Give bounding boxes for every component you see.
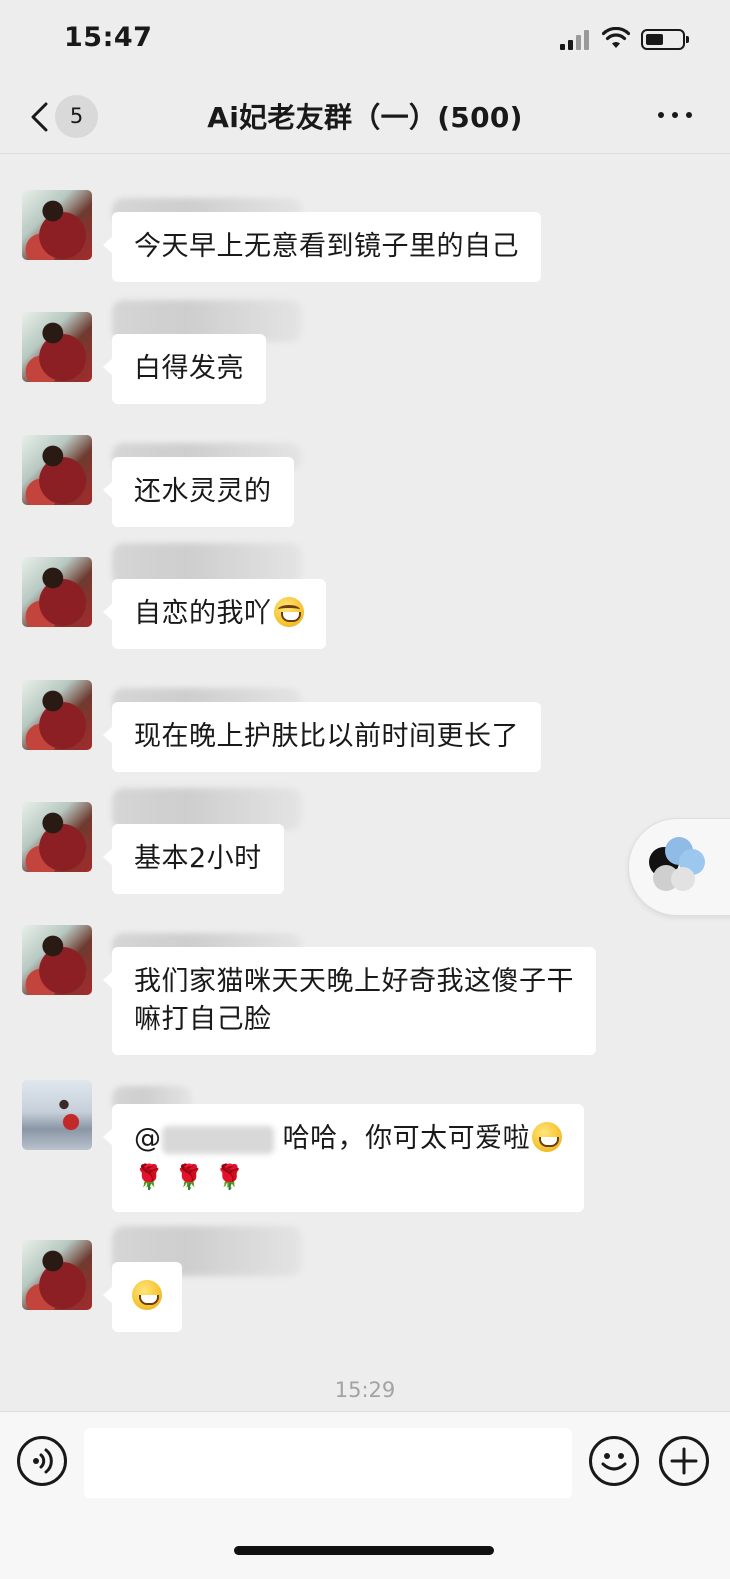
grinning-emoji-icon — [132, 1280, 162, 1310]
message-text: 白得发亮 — [134, 353, 244, 384]
more-options-icon[interactable] — [658, 112, 694, 122]
message-bubble[interactable] — [103, 1262, 182, 1332]
smiley-face-icon — [601, 1453, 627, 1471]
message-bubble[interactable]: @ 哈哈，你可太可爱啦 🌹 🌹 🌹 — [102, 1104, 585, 1212]
grinning-emoji-icon — [532, 1122, 563, 1152]
message-text: 今天早上无意看到镜子里的自己 — [134, 231, 519, 262]
wifi-icon — [602, 27, 630, 48]
message-text: 自恋的我吖 — [134, 598, 272, 629]
rose-row: 🌹 🌹 🌹 — [134, 1158, 562, 1196]
floating-dot-icon — [671, 867, 695, 891]
message-text: 现在晚上护肤比以前时间更长了 — [134, 721, 519, 752]
avatar[interactable] — [22, 925, 92, 995]
voice-input-icon[interactable] — [17, 1436, 67, 1486]
chat-title: Ai妃老友群（一）(500) — [207, 101, 523, 134]
avatar[interactable] — [22, 557, 92, 627]
home-indicator[interactable] — [234, 1546, 494, 1555]
plus-icon — [670, 1447, 698, 1475]
floating-bubble-widget[interactable] — [628, 818, 730, 916]
message-bubble[interactable]: 我们家猫咪天天晚上好奇我这傻子干 嘛打自己脸 — [103, 947, 596, 1055]
message-bubble[interactable]: 白得发亮 — [103, 334, 266, 404]
message-text: 还水灵灵的 — [134, 476, 272, 507]
status-time: 15:47 — [64, 22, 153, 53]
rose-emoji: 🌹 — [214, 1163, 246, 1191]
more-actions-plus-icon[interactable] — [659, 1436, 709, 1486]
avatar[interactable] — [22, 1080, 92, 1150]
timestamp: 15:29 — [334, 1378, 396, 1402]
message-text-line: 我们家猫咪天天晚上好奇我这傻子干 — [134, 966, 574, 997]
message-bubble[interactable]: 基本2小时 — [103, 824, 284, 894]
message-input[interactable] — [84, 1428, 572, 1498]
message-bubble[interactable]: 自恋的我吖 — [103, 579, 326, 649]
avatar[interactable] — [22, 312, 92, 382]
laughing-crying-emoji-icon — [273, 597, 304, 627]
message-text-line: 嘛打自己脸 — [134, 1004, 272, 1035]
voice-waves-icon — [33, 1448, 53, 1474]
message-text: 基本2小时 — [134, 843, 262, 874]
message-bubble[interactable]: 今天早上无意看到镜子里的自己 — [103, 212, 541, 282]
avatar[interactable] — [22, 435, 92, 505]
rose-emoji: 🌹 — [174, 1163, 205, 1191]
avatar[interactable] — [22, 802, 92, 872]
avatar[interactable] — [22, 1240, 92, 1310]
avatar[interactable] — [22, 680, 92, 750]
rose-emoji: 🌹 — [134, 1163, 165, 1191]
emoji-picker-icon[interactable] — [589, 1436, 639, 1486]
message-text: 哈哈，你可太可爱啦 — [282, 1123, 531, 1154]
mention-name-redacted — [161, 1125, 274, 1154]
mention-prefix: @ — [134, 1123, 162, 1154]
status-bar: 15:47 — [0, 0, 730, 82]
message-bubble[interactable]: 现在晚上护肤比以前时间更长了 — [103, 702, 541, 772]
avatar[interactable] — [22, 190, 92, 260]
chat-area[interactable]: 今天早上无意看到镜子里的自己 白得发亮 还水灵灵的 自恋的我吖 现在晚上护肤比以… — [0, 155, 730, 1410]
cellular-signal-icon — [560, 30, 592, 50]
nav-bar: 5 Ai妃老友群（一）(500) — [0, 82, 730, 154]
message-bubble[interactable]: 还水灵灵的 — [103, 457, 294, 527]
battery-icon — [641, 29, 689, 50]
